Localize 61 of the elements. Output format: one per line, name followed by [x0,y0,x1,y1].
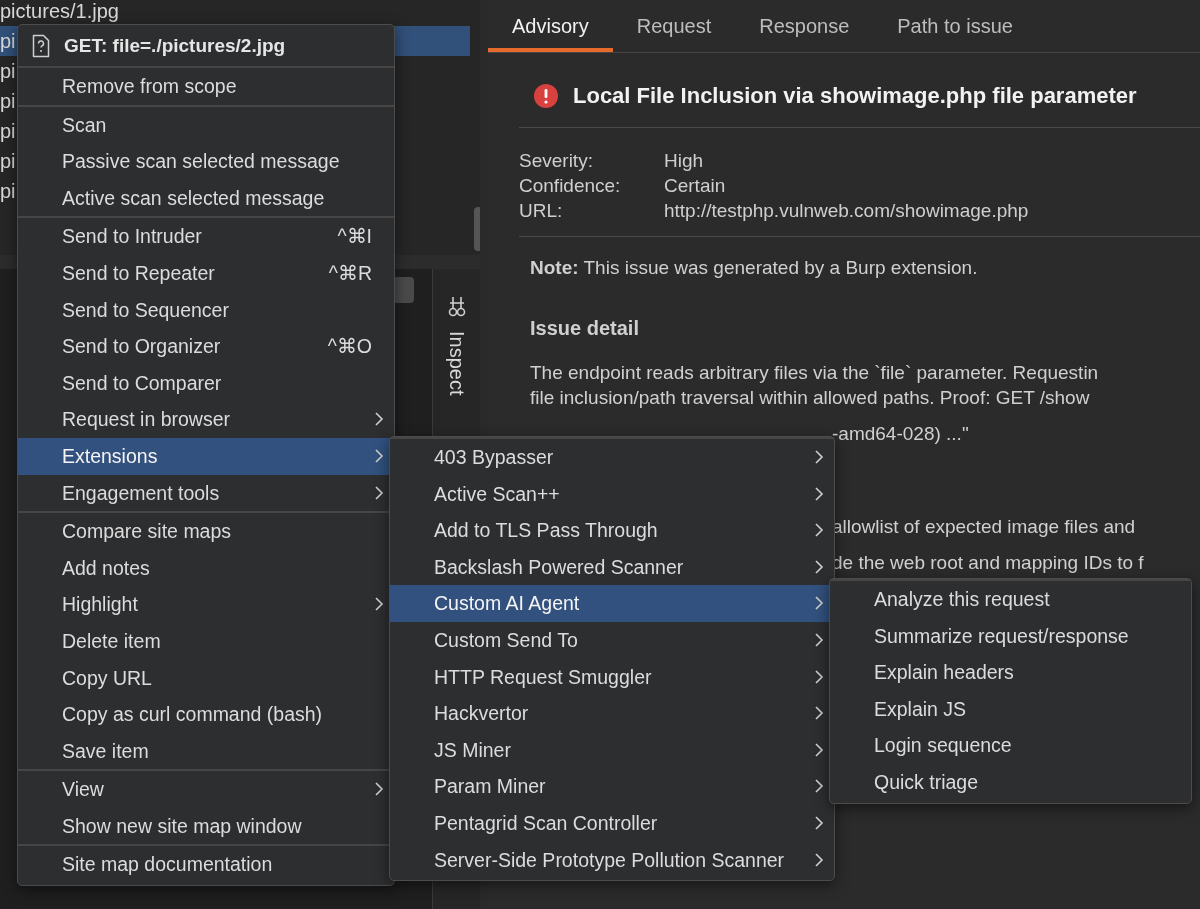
menu-item[interactable]: Passive scan selected message [18,143,394,180]
detail-text: The endpoint reads arbitrary files via the `file` parameter. Requestin [530,362,1099,383]
chevron-icon [814,631,824,648]
chevron-icon [814,741,824,758]
detail-text: -amd64-028) ..." [832,423,969,444]
chevron-icon [814,814,824,831]
note-text: Note: This issue was generated by a Burp extension. [529,256,979,279]
field-value: http://testphp.vulnweb.com/showimage.php [664,200,1030,222]
chevron-icon [814,778,824,795]
menu-item[interactable]: Scan [18,106,394,144]
menu-item[interactable]: Send to Intruder ^⌘I [18,218,394,255]
field-value: High [664,150,705,172]
chevron-icon [374,411,384,428]
menu-item[interactable]: Request in browser [18,401,394,438]
field-label: Severity: [519,150,594,172]
field-value: Certain [664,175,727,197]
menu-item[interactable]: Active Scan++ [390,475,834,513]
chevron-icon [374,596,384,613]
tab[interactable]: Response [735,0,874,52]
menu-item[interactable]: Send to Sequencer [18,291,394,329]
menu-item[interactable]: Login sequence [830,727,1191,764]
menu-item[interactable]: Pentagrid Scan Controller [390,804,834,842]
issue-title: Local File Inclusion via showimage.php file parameter [573,83,1137,109]
field-label: Confidence: [519,175,622,197]
chevron-icon [814,522,824,539]
side-tab[interactable]: Inspect [445,331,468,396]
shortcut-text: ^⌘O [327,334,372,360]
menu-item[interactable]: Quick triage [830,763,1191,801]
tree-item[interactable]: pictures/1.jpg [0,0,470,26]
menu-item[interactable]: Active scan selected message [18,179,394,217]
section-heading: Issue detail [529,316,640,340]
tab[interactable]: Request [612,0,736,52]
menu-item[interactable]: Send to Organizer ^⌘O [18,328,394,365]
menu-item[interactable]: Remove from scope [18,68,394,105]
chevron-icon [814,449,824,465]
sliders-icon [446,295,467,319]
scrollbar[interactable] [474,207,480,251]
chevron-icon [814,851,824,868]
chevron-icon [374,484,384,501]
menu-item[interactable]: Explain headers [830,654,1191,691]
menu-header: GET: file=./pictures/2.jpg [64,34,286,57]
menu-item[interactable]: Send to Comparer [18,364,394,402]
chevron-icon [814,595,824,612]
field-label: URL: [519,200,564,222]
chevron-icon [814,668,824,685]
chevron-icon [374,447,384,464]
tab[interactable]: Path to issue [873,0,1037,52]
menu-item[interactable]: Explain JS [830,690,1191,728]
chevron-icon [814,485,824,502]
chevron-icon [814,558,824,575]
shortcut-text: ^⌘I [337,224,372,250]
file-question-icon [32,33,50,58]
error-icon [533,83,559,109]
detail-text: file inclusion/path traversal within allowed paths. Proof: GET /show [530,387,1090,408]
chevron-icon [814,705,824,722]
chevron-icon [374,781,384,798]
menu-item[interactable]: Send to Repeater ^⌘R [18,254,394,292]
shortcut-text: ^⌘R [328,260,372,286]
tab[interactable]: Advisory [488,0,613,52]
menu-item[interactable]: Add to TLS Pass Through [390,512,834,549]
detail-text: allowlist of expected image files and [832,516,1136,537]
